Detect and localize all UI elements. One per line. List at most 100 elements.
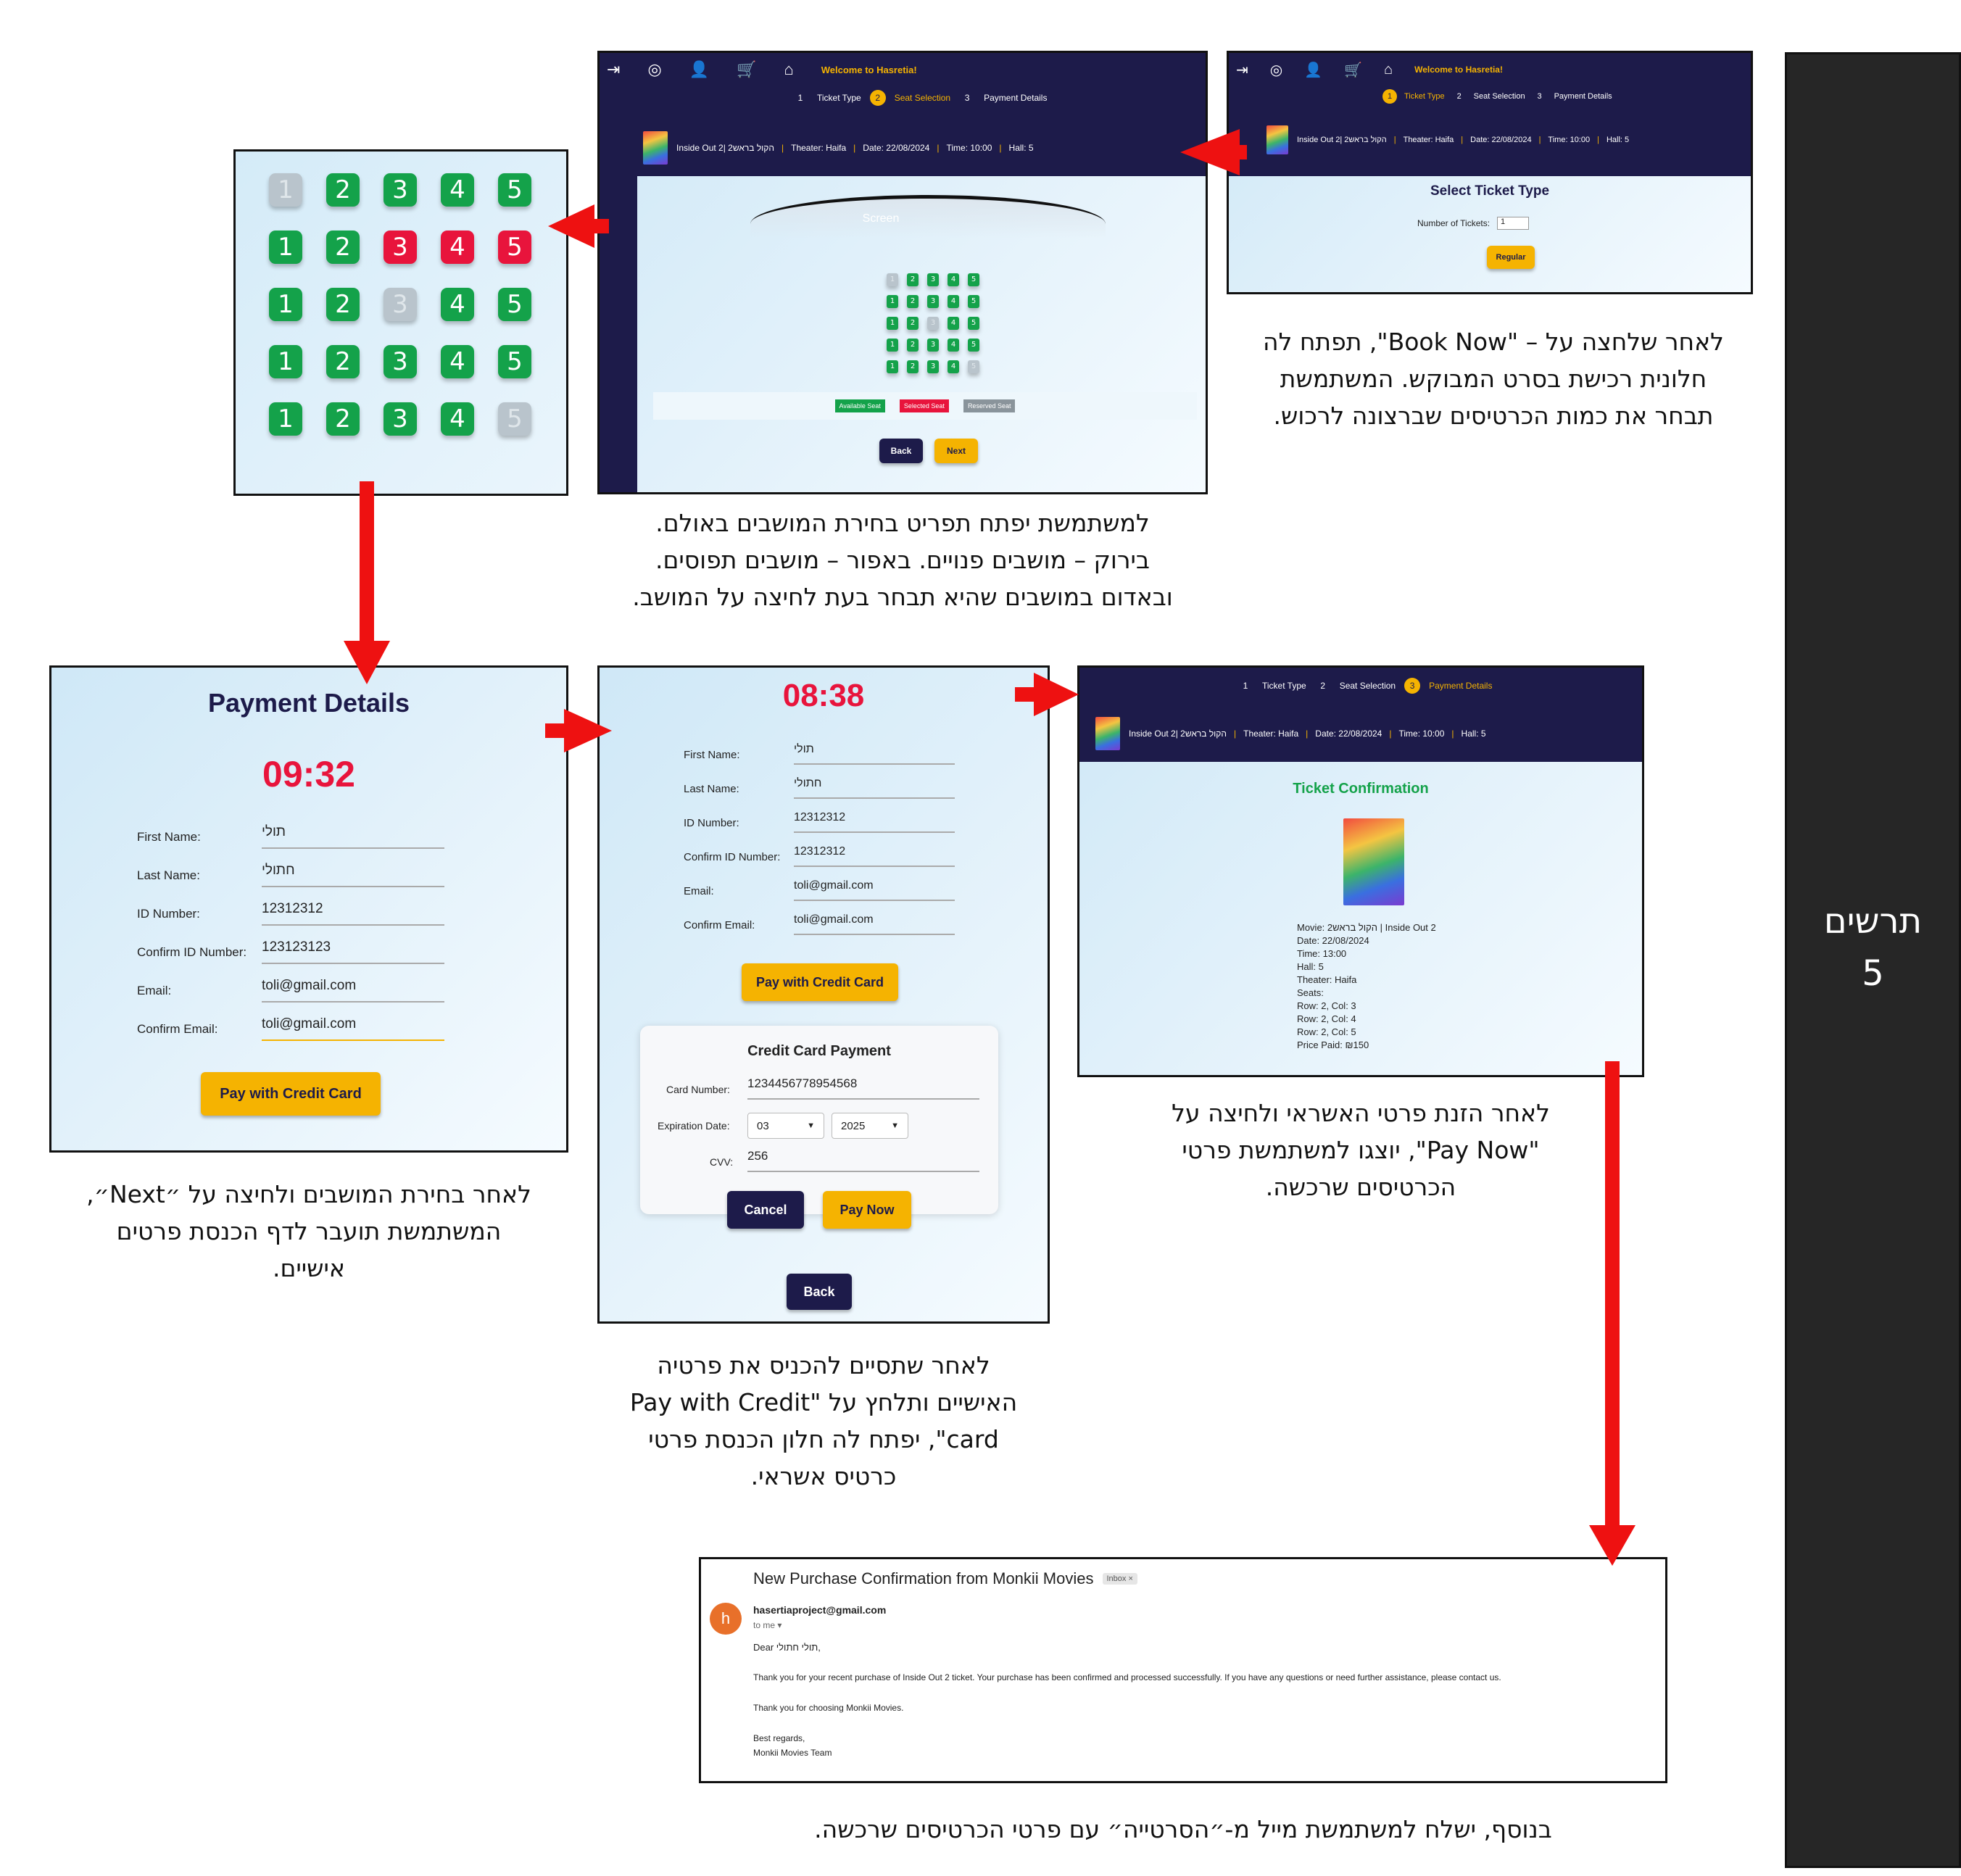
first-name-field[interactable]: תולי — [262, 824, 444, 849]
confirmation-line: Price Paid: ₪150 — [1297, 1039, 1369, 1050]
confirm-id-field[interactable]: 123123123 — [262, 939, 444, 964]
mini-seat-r5-c1[interactable]: 1 — [887, 360, 898, 373]
theater-icon[interactable]: ◎ — [1270, 61, 1282, 79]
user-icon[interactable]: 👤 — [689, 60, 709, 79]
seat-r3-c4[interactable]: 4 — [441, 288, 474, 321]
email-label: Email: — [137, 984, 172, 997]
mini-seat-r1-c4[interactable]: 4 — [948, 273, 959, 286]
mini-seat-r2-c5[interactable]: 5 — [968, 295, 979, 308]
caption-ticket-type: לאחר שלחצה על – "Book Now", תפתח לה חלוני… — [1232, 323, 1754, 434]
home-icon[interactable]: ⌂ — [1384, 62, 1393, 78]
card-number-field[interactable]: 1234456778954568 — [747, 1076, 979, 1100]
seat-r1-c4[interactable]: 4 — [441, 173, 474, 207]
seat-r4-c5[interactable]: 5 — [498, 345, 531, 378]
exp-month-select[interactable]: 03 ▼ — [747, 1113, 824, 1139]
mini-seat-r4-c1[interactable]: 1 — [887, 339, 898, 352]
seat-r5-c3[interactable]: 3 — [384, 402, 417, 436]
seat-r2-c1[interactable]: 1 — [269, 231, 302, 264]
seat-r1-c2[interactable]: 2 — [326, 173, 360, 207]
exp-year-select[interactable]: 2025 ▼ — [832, 1113, 908, 1139]
seat-selection-screenshot: ⇥ ◎ 👤 🛒 ⌂ Welcome to Hasretia! 1 Ticket … — [597, 51, 1208, 494]
regular-ticket-button[interactable]: Regular — [1487, 246, 1535, 269]
cart-icon[interactable]: 🛒 — [737, 60, 756, 79]
recipient-toggle[interactable]: to me ▾ — [753, 1620, 782, 1630]
back-button[interactable]: Back — [879, 439, 923, 463]
mini-seat-r5-c3[interactable]: 3 — [927, 360, 939, 373]
arrow-zoom-to-payment — [360, 481, 374, 642]
mini-seat-r2-c3[interactable]: 3 — [927, 295, 939, 308]
confirmation-line: Hall: 5 — [1297, 961, 1324, 972]
seat-r1-c3[interactable]: 3 — [384, 173, 417, 207]
mini-seat-r4-c5[interactable]: 5 — [968, 339, 979, 352]
mini-seat-r1-c3[interactable]: 3 — [927, 273, 939, 286]
seat-r3-c1[interactable]: 1 — [269, 288, 302, 321]
id-number-field[interactable]: 12312312 — [262, 901, 444, 926]
confirm-id-field[interactable]: 12312312 — [794, 845, 955, 867]
mini-seat-r4-c2[interactable]: 2 — [907, 339, 919, 352]
email-field[interactable]: toli@gmail.com — [262, 978, 444, 1003]
seat-r2-c2[interactable]: 2 — [326, 231, 360, 264]
seat-r2-c5[interactable]: 5 — [498, 231, 531, 264]
ticket-count-input[interactable]: 1 — [1497, 217, 1530, 230]
seat-r3-c5[interactable]: 5 — [498, 288, 531, 321]
seat-r5-c4[interactable]: 4 — [441, 402, 474, 436]
pay-credit-card-button[interactable]: Pay with Credit Card — [201, 1072, 381, 1116]
mini-seat-r3-c4[interactable]: 4 — [948, 317, 959, 330]
user-icon[interactable]: 👤 — [1304, 61, 1322, 79]
mini-seat-r3-c1[interactable]: 1 — [887, 317, 898, 330]
last-name-field[interactable]: חתולי — [794, 777, 955, 799]
seat-r2-c4[interactable]: 4 — [441, 231, 474, 264]
seat-r1-c5[interactable]: 5 — [498, 173, 531, 207]
pay-now-button[interactable]: Pay Now — [823, 1191, 911, 1229]
mini-seat-r2-c2[interactable]: 2 — [907, 295, 919, 308]
cancel-button[interactable]: Cancel — [727, 1191, 804, 1229]
caption-credit-card: לאחר שתסיים להכניס את פרטיה האישיים ותלחץ… — [597, 1347, 1050, 1495]
arrow-ticket-to-seats — [1240, 145, 1247, 159]
mini-seat-r4-c3[interactable]: 3 — [927, 339, 939, 352]
nav-icons: ⇥ ◎ 👤 🛒 ⌂ Welcome to Hasretia! — [1236, 59, 1503, 80]
home-icon[interactable]: ⌂ — [784, 60, 793, 79]
seat-r5-c1[interactable]: 1 — [269, 402, 302, 436]
email-team: Monkii Movies Team — [753, 1748, 832, 1758]
credit-card-heading: Credit Card Payment — [747, 1043, 891, 1059]
email-field[interactable]: toli@gmail.com — [794, 879, 955, 901]
ticket-count-row: Number of Tickets: 1 — [1417, 217, 1530, 230]
pay-credit-card-button[interactable]: Pay with Credit Card — [742, 963, 898, 1001]
inbox-tag[interactable]: Inbox × — [1102, 1573, 1137, 1585]
confirmation-line: Date: 22/08/2024 — [1297, 935, 1369, 946]
mini-seat-r5-c4[interactable]: 4 — [948, 360, 959, 373]
logout-icon[interactable]: ⇥ — [1236, 61, 1248, 79]
last-name-field[interactable]: חתולי — [262, 863, 444, 887]
mini-seat-r1-c2[interactable]: 2 — [907, 273, 919, 286]
mini-seat-r1-c5[interactable]: 5 — [968, 273, 979, 286]
seat-r4-c3[interactable]: 3 — [384, 345, 417, 378]
first-name-field[interactable]: תולי — [794, 743, 955, 765]
theater-icon[interactable]: ◎ — [647, 60, 661, 79]
movie-time: Time: 10:00 — [1398, 729, 1445, 739]
mini-seat-r3-c5[interactable]: 5 — [968, 317, 979, 330]
seat-r2-c3[interactable]: 3 — [384, 231, 417, 264]
id-number-field[interactable]: 12312312 — [794, 811, 955, 833]
mini-seat-r2-c4[interactable]: 4 — [948, 295, 959, 308]
mini-seat-r3-c2[interactable]: 2 — [907, 317, 919, 330]
seat-r4-c1[interactable]: 1 — [269, 345, 302, 378]
seat-r5-c2[interactable]: 2 — [326, 402, 360, 436]
mini-seat-r5-c2[interactable]: 2 — [907, 360, 919, 373]
confirm-email-field[interactable]: toli@gmail.com — [794, 913, 955, 935]
sender-avatar: h — [710, 1603, 742, 1635]
mini-seat-r4-c4[interactable]: 4 — [948, 339, 959, 352]
cvv-field[interactable]: 256 — [747, 1149, 979, 1172]
confirm-email-field[interactable]: toli@gmail.com — [262, 1016, 444, 1041]
next-button[interactable]: Next — [934, 439, 978, 463]
arrow-seats-to-zoom — [593, 219, 609, 233]
back-button[interactable]: Back — [787, 1274, 852, 1310]
mini-seat-r2-c1[interactable]: 1 — [887, 295, 898, 308]
cart-icon[interactable]: 🛒 — [1344, 61, 1362, 79]
movie-info-bar: Inside Out 2| הקול בראש2 | Theater: Haifa… — [1266, 125, 1629, 154]
arrow-head — [1034, 673, 1079, 716]
seat-r4-c2[interactable]: 2 — [326, 345, 360, 378]
seat-r4-c4[interactable]: 4 — [441, 345, 474, 378]
seat-r3-c2[interactable]: 2 — [326, 288, 360, 321]
caption-line: כרטיס אשראי. — [750, 1462, 897, 1490]
logout-icon[interactable]: ⇥ — [607, 60, 620, 79]
